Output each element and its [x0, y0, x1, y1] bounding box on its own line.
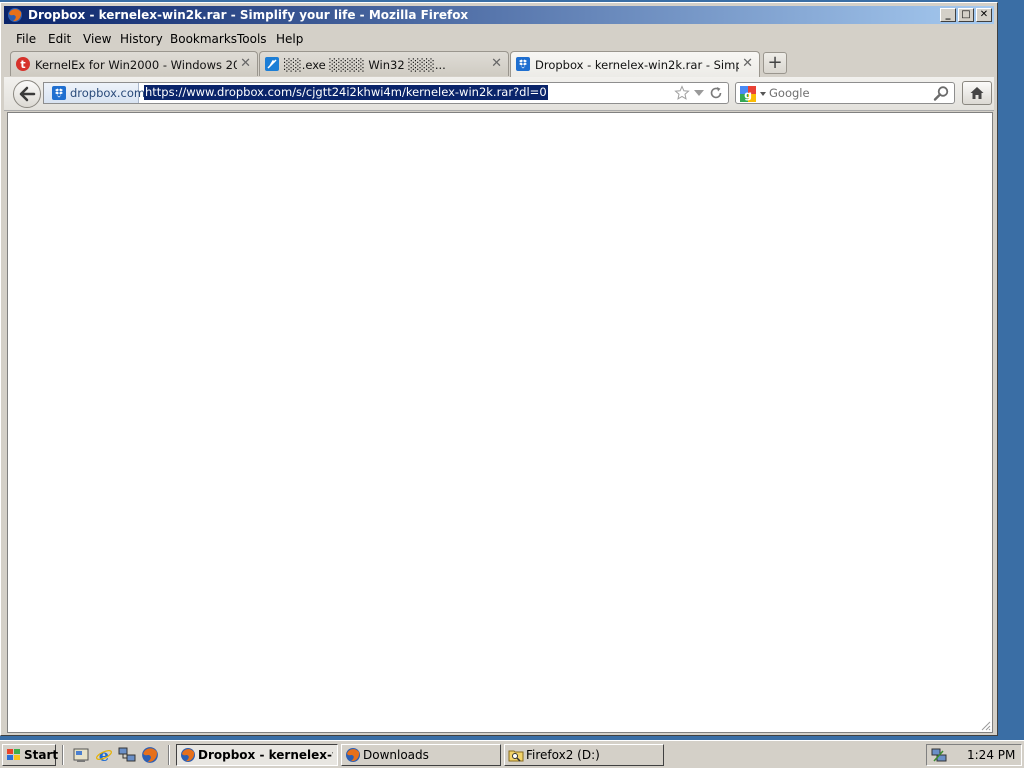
- back-button[interactable]: [13, 80, 41, 108]
- menu-view[interactable]: View: [83, 32, 111, 46]
- back-arrow-icon: [19, 86, 36, 102]
- taskbar: Start e Dropbox - kernelex-wi... Downloa…: [0, 740, 1024, 768]
- start-button[interactable]: Start: [2, 744, 59, 766]
- navigation-bar: dropbox.com https://www.dropbox.com/s/cj…: [4, 77, 994, 111]
- taskbar-button-label: Downloads: [363, 748, 429, 762]
- tab-win32-exe[interactable]: ░░.exe ░░░░ Win32 ░░░... ✕: [259, 51, 509, 76]
- feather-icon: [265, 57, 279, 71]
- taskbar-button-dropbox[interactable]: Dropbox - kernelex-wi...: [176, 744, 338, 766]
- page-content[interactable]: [7, 112, 993, 733]
- taskbar-separator: [168, 745, 170, 765]
- url-bar[interactable]: dropbox.com https://www.dropbox.com/s/cj…: [43, 82, 729, 104]
- show-desktop-icon[interactable]: [72, 746, 90, 764]
- google-icon[interactable]: g: [740, 86, 756, 102]
- dropbox-icon: [516, 57, 530, 71]
- url-history-dropdown-icon[interactable]: [694, 90, 704, 96]
- tab-label: KernelEx for Win2000 - Windows 2000 G...: [35, 58, 237, 72]
- close-button[interactable]: ✕: [976, 8, 992, 22]
- search-magnifier-icon[interactable]: [933, 85, 950, 102]
- identity-domain: dropbox.com: [70, 86, 146, 100]
- engine-dropdown-icon[interactable]: [760, 92, 766, 96]
- tab-dropbox[interactable]: Dropbox - kernelex-win2k.rar - Simplify …: [510, 51, 760, 77]
- menu-help[interactable]: Help: [276, 32, 303, 46]
- menu-edit[interactable]: Edit: [48, 32, 71, 46]
- window-title: Dropbox - kernelex-win2k.rar - Simplify …: [28, 8, 469, 22]
- taskbar-button-firefox2[interactable]: Firefox2 (D:): [504, 744, 664, 766]
- firefox-icon: [8, 8, 22, 22]
- menu-file[interactable]: File: [16, 32, 36, 46]
- folder-search-icon: [508, 750, 524, 762]
- tab-kernelex-win2000[interactable]: t KernelEx for Win2000 - Windows 2000 G.…: [10, 51, 258, 76]
- desktop-edge: [998, 0, 1024, 740]
- home-button[interactable]: [962, 81, 992, 105]
- menu-tools[interactable]: Tools: [237, 32, 267, 46]
- firefox-icon[interactable]: [141, 746, 159, 764]
- tinypic-t-icon: t: [16, 57, 30, 71]
- taskbar-button-downloads[interactable]: Downloads: [341, 744, 501, 766]
- title-bar[interactable]: Dropbox - kernelex-win2k.rar - Simplify …: [4, 6, 994, 24]
- resize-grip-icon[interactable]: [979, 719, 991, 731]
- firefox-icon: [181, 748, 195, 762]
- tab-label: ░░.exe ░░░░ Win32 ░░░...: [284, 58, 446, 72]
- tab-close-icon[interactable]: ✕: [491, 56, 502, 71]
- network-connection-icon[interactable]: [931, 747, 947, 763]
- quick-launch-separator: [62, 745, 64, 765]
- start-label: Start: [24, 748, 59, 762]
- bookmark-star-icon[interactable]: [674, 85, 690, 101]
- windows-logo-icon: [7, 749, 20, 760]
- tab-close-icon[interactable]: ✕: [742, 56, 753, 71]
- new-tab-button[interactable]: +: [763, 52, 787, 74]
- url-input[interactable]: https://www.dropbox.com/s/cjgtt24i2khwi4…: [144, 85, 548, 100]
- tab-close-icon[interactable]: ✕: [240, 56, 251, 71]
- firefox-icon: [346, 748, 360, 762]
- search-bar[interactable]: g: [735, 82, 955, 104]
- home-icon: [970, 87, 984, 99]
- menu-bar: File Edit View History Bookmarks Tools H…: [4, 29, 994, 49]
- svg-text:t: t: [20, 58, 25, 71]
- tab-strip: t KernelEx for Win2000 - Windows 2000 G.…: [4, 51, 994, 77]
- taskbar-button-label: Dropbox - kernelex-wi...: [198, 748, 333, 762]
- svg-text:g: g: [744, 89, 752, 102]
- internet-explorer-icon[interactable]: e: [95, 746, 113, 764]
- clock[interactable]: 1:24 PM: [967, 748, 1015, 762]
- maximize-button[interactable]: □: [958, 8, 974, 22]
- reload-icon[interactable]: [708, 85, 724, 101]
- menu-bookmarks[interactable]: Bookmarks: [170, 32, 237, 46]
- system-tray: 1:24 PM: [926, 744, 1022, 766]
- menu-history[interactable]: History: [120, 32, 163, 46]
- tab-label: Dropbox - kernelex-win2k.rar - Simplify …: [535, 58, 739, 72]
- site-identity-button[interactable]: dropbox.com: [44, 83, 145, 103]
- taskbar-button-label: Firefox2 (D:): [526, 748, 600, 762]
- firefox-window: Dropbox - kernelex-win2k.rar - Simplify …: [0, 2, 998, 736]
- minimize-button[interactable]: _: [940, 8, 956, 22]
- search-input[interactable]: [769, 85, 919, 101]
- dropbox-icon: [52, 86, 66, 100]
- svg-text:e: e: [99, 746, 109, 764]
- network-icon[interactable]: [118, 746, 136, 764]
